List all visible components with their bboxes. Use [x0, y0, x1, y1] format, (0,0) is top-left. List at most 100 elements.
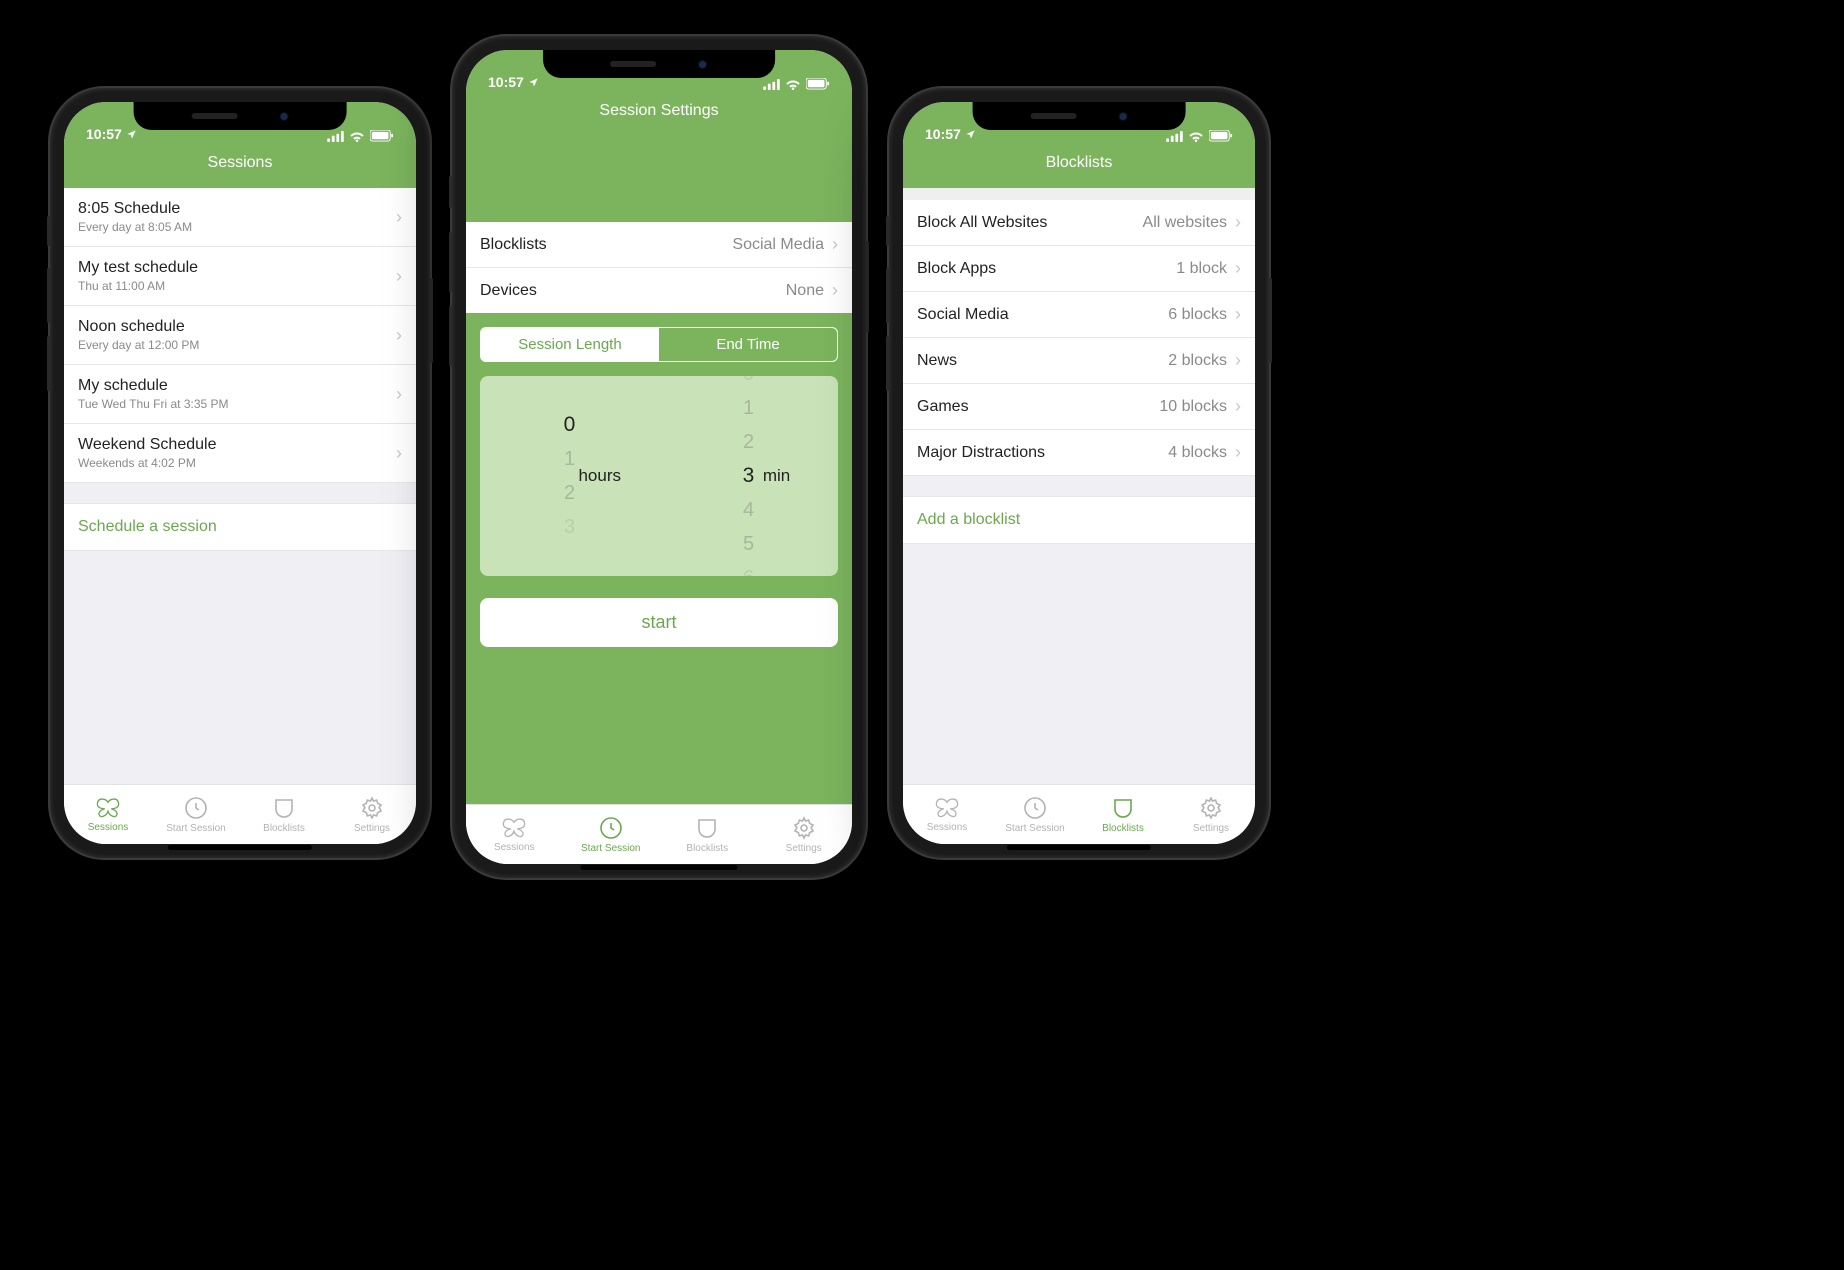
tab-label: Sessions: [927, 822, 968, 833]
blocklist-row[interactable]: Social Media 6 blocks ›: [903, 292, 1255, 338]
devices-row[interactable]: Devices None ›: [466, 268, 852, 313]
session-sub: Every day at 8:05 AM: [78, 220, 192, 234]
session-row[interactable]: Weekend ScheduleWeekends at 4:02 PM ›: [64, 424, 416, 483]
page-title: Blocklists: [903, 144, 1255, 186]
session-sub: Tue Wed Thu Fri at 3:35 PM: [78, 397, 229, 411]
start-button[interactable]: start: [480, 598, 838, 647]
picker-min-label: min: [763, 466, 790, 486]
gear-icon: [1199, 796, 1223, 820]
status-time: 10:57: [925, 126, 961, 142]
tab-label: Sessions: [494, 842, 535, 853]
tab-sessions[interactable]: Sessions: [64, 785, 152, 844]
picker-hours-label: hours: [578, 466, 621, 486]
tab-blocklists[interactable]: Blocklists: [240, 785, 328, 844]
shield-icon: [695, 816, 719, 840]
tab-sessions[interactable]: Sessions: [466, 805, 563, 864]
wifi-icon: [349, 130, 365, 142]
tab-bar: Sessions Start Session Blocklists Settin…: [903, 784, 1255, 844]
row-value: 10 blocks: [1159, 398, 1227, 416]
duration-picker[interactable]: 0 123 hours 012 3 456 min: [480, 376, 838, 576]
signal-icon: [327, 131, 344, 142]
segment-session-length[interactable]: Session Length: [481, 328, 659, 361]
wifi-icon: [785, 78, 801, 90]
tab-start-session[interactable]: Start Session: [991, 785, 1079, 844]
status-time: 10:57: [86, 126, 122, 142]
chevron-right-icon: ›: [832, 280, 838, 301]
tab-blocklists[interactable]: Blocklists: [659, 805, 756, 864]
blocklist-row[interactable]: Block Apps1 block›: [903, 246, 1255, 292]
tab-blocklists[interactable]: Blocklists: [1079, 785, 1167, 844]
session-title: Noon schedule: [78, 318, 199, 336]
tab-label: Start Session: [166, 823, 225, 834]
chevron-right-icon: ›: [1235, 304, 1241, 325]
blocklist-row[interactable]: Games 10 blocks ›: [903, 384, 1255, 430]
chevron-right-icon: ›: [396, 266, 402, 287]
tab-settings[interactable]: Settings: [756, 805, 853, 864]
tab-sessions[interactable]: Sessions: [903, 785, 991, 844]
chevron-right-icon: ›: [396, 384, 402, 405]
picker-min-value: 3: [743, 464, 755, 487]
row-value: 6 blocks: [1168, 306, 1227, 324]
location-icon: [965, 129, 976, 140]
blocklist-row[interactable]: News2 blocks›: [903, 338, 1255, 384]
session-row[interactable]: Noon schedule Every day at 12:00 PM ›: [64, 306, 416, 365]
session-row[interactable]: My scheduleTue Wed Thu Fri at 3:35 PM ›: [64, 365, 416, 424]
segment-end-time[interactable]: End Time: [659, 328, 837, 361]
session-sub: Thu at 11:00 AM: [78, 279, 198, 293]
butterfly-icon: [934, 797, 960, 819]
tab-label: Settings: [786, 843, 822, 854]
picker-hours-value: 0: [564, 413, 576, 436]
page-title: Sessions: [64, 144, 416, 186]
chevron-right-icon: ›: [396, 207, 402, 228]
add-blocklist-link[interactable]: Add a blocklist: [903, 496, 1255, 544]
butterfly-icon: [501, 817, 527, 839]
chevron-right-icon: ›: [1235, 212, 1241, 233]
tab-bar: Sessions Start Session Blocklists Settin…: [64, 784, 416, 844]
gear-icon: [360, 796, 384, 820]
tab-start-session[interactable]: Start Session: [563, 805, 660, 864]
shield-icon: [1111, 796, 1135, 820]
blocklist-row[interactable]: Major Distractions4 blocks›: [903, 430, 1255, 476]
signal-icon: [763, 79, 780, 90]
gear-icon: [792, 816, 816, 840]
chevron-right-icon: ›: [1235, 258, 1241, 279]
battery-icon: [370, 130, 394, 142]
tab-label: Blocklists: [1102, 823, 1144, 834]
location-icon: [126, 129, 137, 140]
schedule-session-link[interactable]: Schedule a session: [64, 503, 416, 551]
length-mode-segment: Session Length End Time: [480, 327, 838, 362]
row-title: Major Distractions: [917, 444, 1045, 462]
tab-label: Sessions: [88, 822, 129, 833]
session-row[interactable]: My test scheduleThu at 11:00 AM ›: [64, 247, 416, 306]
session-row[interactable]: 8:05 Schedule Every day at 8:05 AM ›: [64, 188, 416, 247]
battery-icon: [806, 78, 830, 90]
butterfly-icon: [95, 797, 121, 819]
chevron-right-icon: ›: [1235, 396, 1241, 417]
row-value: All websites: [1143, 214, 1227, 232]
home-indicator[interactable]: [580, 865, 737, 870]
home-indicator[interactable]: [168, 845, 312, 850]
tab-start-session[interactable]: Start Session: [152, 785, 240, 844]
clock-icon: [599, 816, 623, 840]
row-title: Games: [917, 398, 969, 416]
chevron-right-icon: ›: [1235, 350, 1241, 371]
chevron-right-icon: ›: [832, 234, 838, 255]
row-label: Blocklists: [480, 236, 547, 254]
chevron-right-icon: ›: [1235, 442, 1241, 463]
row-title: Social Media: [917, 306, 1009, 324]
page-title: Session Settings: [466, 92, 852, 134]
chevron-right-icon: ›: [396, 325, 402, 346]
tab-label: Start Session: [1005, 823, 1064, 834]
blocklist-row[interactable]: Block All WebsitesAll websites›: [903, 200, 1255, 246]
row-value: None: [786, 282, 824, 300]
session-sub: Weekends at 4:02 PM: [78, 456, 216, 470]
battery-icon: [1209, 130, 1233, 142]
session-title: 8:05 Schedule: [78, 200, 192, 218]
status-time: 10:57: [488, 74, 524, 90]
session-sub: Every day at 12:00 PM: [78, 338, 199, 352]
signal-icon: [1166, 131, 1183, 142]
home-indicator[interactable]: [1007, 845, 1151, 850]
tab-settings[interactable]: Settings: [328, 785, 416, 844]
tab-settings[interactable]: Settings: [1167, 785, 1255, 844]
blocklists-row[interactable]: Blocklists Social Media ›: [466, 222, 852, 268]
